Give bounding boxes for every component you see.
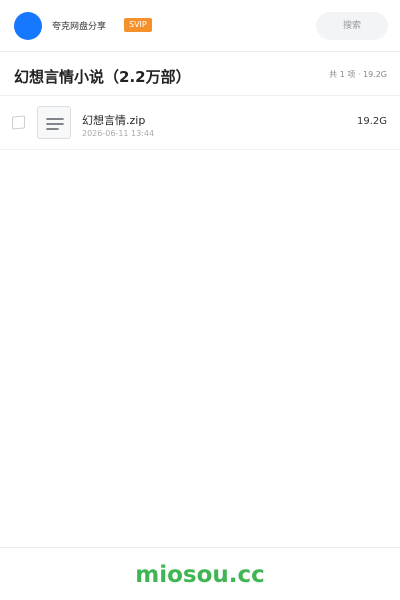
avatar[interactable]: [14, 12, 42, 40]
title-bar: 幻想言情小说（2.2万部） 共 1 项 · 19.2G: [0, 52, 400, 96]
file-summary: 共 1 项 · 19.2G: [329, 70, 387, 79]
share-page: 夸克网盘分享 SVIP 幻想言情小说（2.2万部） 共 1 项 · 19.2G …: [0, 0, 400, 600]
svip-badge: SVIP: [124, 18, 152, 32]
file-size: 19.2G: [356, 116, 387, 127]
document-icon: [37, 106, 71, 139]
footer: miosou.cc: [0, 547, 400, 600]
page-title: 幻想言情小说（2.2万部）: [14, 68, 191, 86]
file-name[interactable]: 幻想言情.zip: [82, 112, 145, 128]
file-date: 2026-06-11 13:44: [82, 129, 155, 138]
header: 夸克网盘分享 SVIP: [0, 0, 400, 52]
file-row[interactable]: 幻想言情.zip 2026-06-11 13:44 19.2G: [0, 97, 400, 150]
footer-brand[interactable]: miosou.cc: [0, 562, 400, 588]
owner-name: 夸克网盘分享: [52, 22, 107, 32]
file-checkbox[interactable]: [12, 115, 25, 130]
search-input[interactable]: [316, 12, 388, 40]
